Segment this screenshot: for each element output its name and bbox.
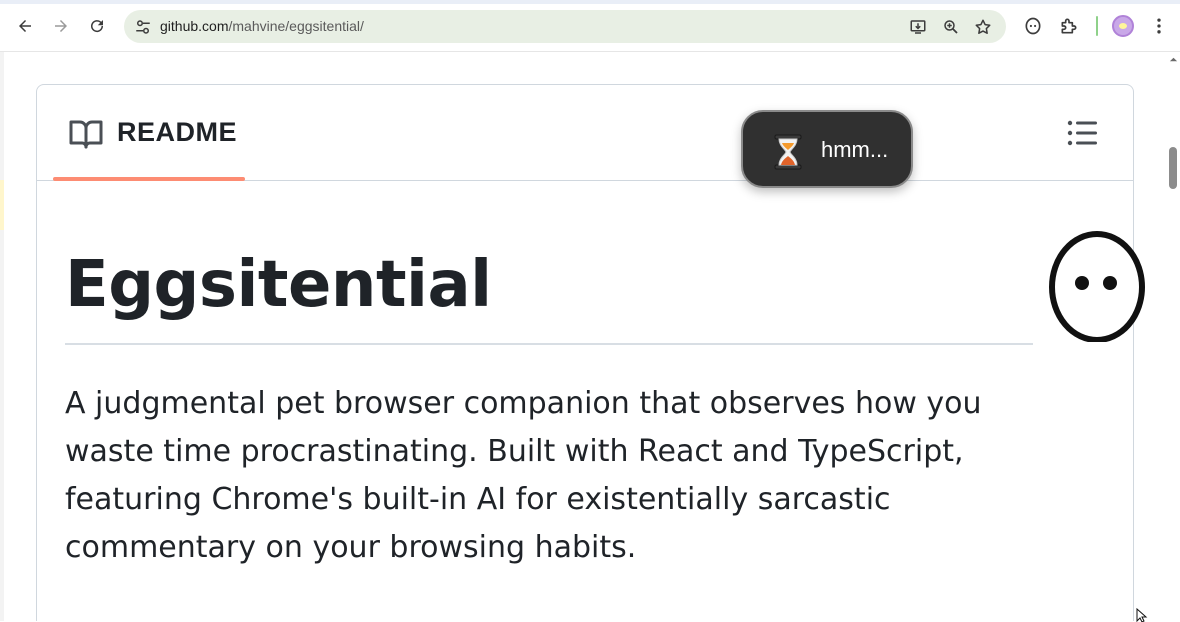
arrow-left-icon — [19, 20, 31, 32]
scrollbar-thumb[interactable] — [1169, 147, 1177, 189]
hourglass-icon — [774, 134, 802, 170]
install-app-icon[interactable] — [908, 17, 928, 37]
heading-divider — [65, 343, 1033, 345]
url-host: github.com — [160, 18, 229, 34]
reload-button[interactable] — [84, 13, 110, 39]
readme-description: A judgmental pet browser companion that … — [65, 386, 982, 565]
url-path: /mahvine/eggsitential/ — [228, 18, 364, 34]
browser-toolbar: github.com/mahvine/eggsitential/ — [0, 0, 1180, 52]
tune-icon[interactable] — [134, 18, 152, 36]
tab-strip-edge — [0, 0, 1180, 4]
page-scrollbar[interactable] — [1166, 52, 1180, 621]
back-button[interactable] — [12, 13, 38, 39]
table-of-contents-icon[interactable] — [1067, 119, 1097, 147]
readme-tab-label[interactable]: README — [117, 117, 237, 148]
url-text[interactable]: github.com/mahvine/eggsitential/ — [160, 18, 364, 34]
address-bar[interactable]: github.com/mahvine/eggsitential/ — [124, 10, 1006, 43]
kebab-menu-icon[interactable] — [1146, 13, 1172, 39]
left-window-edge — [0, 52, 4, 621]
star-icon[interactable] — [973, 17, 993, 37]
book-icon — [69, 120, 103, 149]
pet-message: hmm... — [821, 137, 889, 162]
egg-pet-icon[interactable] — [1048, 229, 1146, 342]
scroll-up-arrow[interactable] — [1166, 52, 1180, 66]
readme-tab-underline — [53, 177, 245, 181]
mouse-cursor-icon — [1136, 608, 1148, 622]
forward-button[interactable] — [48, 13, 74, 39]
reload-icon — [91, 20, 104, 33]
page-content: README Eggsitential A judgmental pet bro… — [0, 52, 1166, 621]
arrow-right-icon — [55, 20, 67, 32]
zoom-icon[interactable] — [941, 17, 961, 37]
profile-avatar[interactable] — [1112, 15, 1134, 37]
readme-heading: Eggsitential — [65, 248, 492, 322]
extension-face-icon[interactable] — [1020, 13, 1046, 39]
readme-header: README — [37, 85, 1133, 181]
pet-speech-bubble: hmm... — [741, 110, 913, 188]
toolbar-separator — [1096, 16, 1098, 36]
puzzle-icon[interactable] — [1056, 13, 1082, 39]
